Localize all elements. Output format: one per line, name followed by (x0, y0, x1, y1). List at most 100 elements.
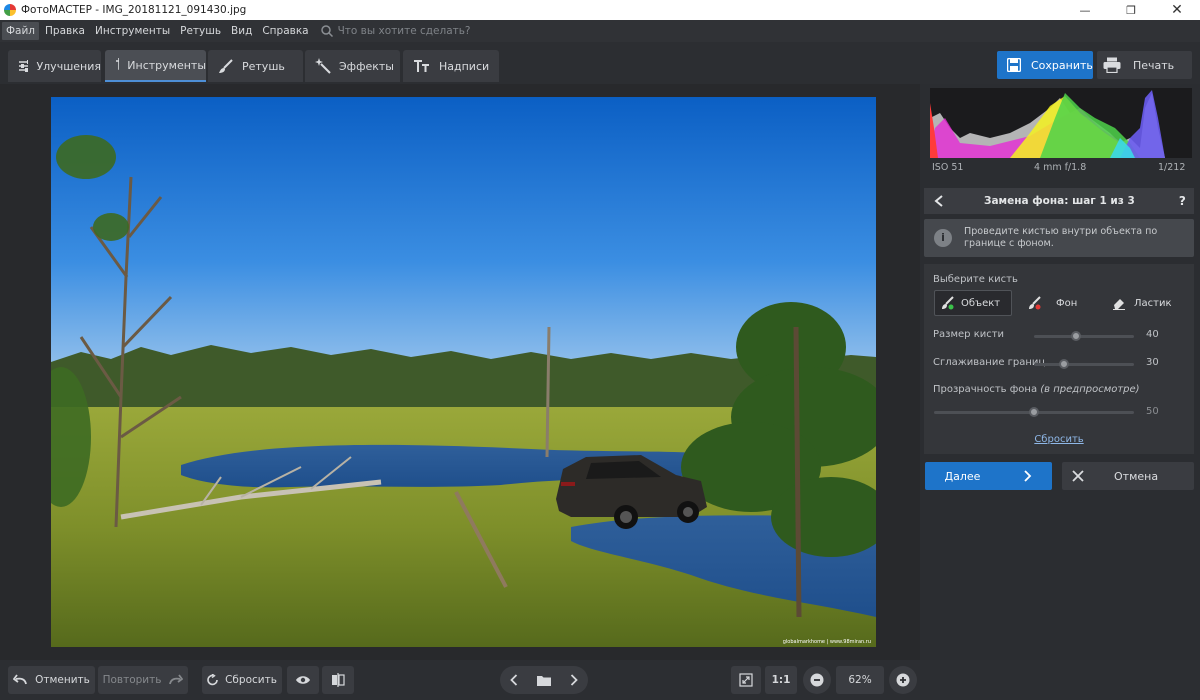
menu-view[interactable]: Вид (227, 22, 256, 40)
edge-smooth-value: 30 (1146, 357, 1159, 368)
menu-tools[interactable]: Инструменты (91, 22, 174, 40)
brush-object-button[interactable]: Объект (934, 290, 1012, 316)
menu-help[interactable]: Справка (258, 22, 312, 40)
redo-icon (169, 674, 184, 685)
landscape-photo: globalmarkhome | www.98miran.ru (51, 97, 876, 647)
fit-screen-button[interactable] (731, 666, 761, 694)
print-button[interactable]: Печать (1097, 51, 1192, 79)
slider-thumb[interactable] (1029, 407, 1039, 417)
bg-opacity-value: 50 (1146, 406, 1159, 417)
exif-iso: ISO 51 (932, 162, 964, 173)
tab-label: Инструменты (127, 58, 206, 72)
tab-tools[interactable]: Инструменты (105, 50, 206, 82)
close-icon (1072, 470, 1084, 482)
cancel-label: Отмена (1114, 469, 1159, 483)
slider-thumb[interactable] (1071, 331, 1081, 341)
zoom-in-icon (896, 673, 910, 687)
fit-screen-icon (739, 673, 753, 687)
title-bar: ФотоМАСТЕР - IMG_20181121_091430.jpg — ❐… (0, 0, 1200, 20)
reset-link[interactable]: Сбросить (924, 434, 1194, 445)
tab-retouch[interactable]: Ретушь (208, 50, 303, 82)
brush-eraser-button[interactable]: Ластик (1110, 290, 1186, 316)
exif-lens: 4 mm f/1.8 (1034, 162, 1087, 173)
reset-label: Сбросить (225, 674, 277, 686)
slider-thumb[interactable] (1059, 359, 1069, 369)
brush-size-slider[interactable] (1034, 331, 1134, 341)
hint-text: Проведите кистью внутри объекта по грани… (964, 226, 1158, 249)
next-button[interactable]: Далее (925, 462, 1052, 490)
tab-effects[interactable]: Эффекты (305, 50, 400, 82)
step-header: Замена фона: шаг 1 из 3 ? (924, 188, 1194, 214)
search-box[interactable]: Что вы хотите сделать? (320, 25, 471, 37)
bg-opacity-label: Прозрачность фона (в предпросмотре) (933, 384, 1140, 395)
menu-retouch[interactable]: Ретушь (176, 22, 225, 40)
hint-box: i Проведите кистью внутри объекта по гра… (924, 219, 1194, 257)
zoom-out-button[interactable] (803, 666, 831, 694)
exif-index: 1/212 (1158, 162, 1186, 173)
next-image-icon[interactable] (570, 674, 578, 686)
tab-label: Эффекты (339, 59, 394, 73)
bottom-bar: Отменить Повторить Сбросить 1:1 62% (0, 660, 1200, 700)
print-label: Печать (1133, 58, 1175, 72)
compare-button[interactable] (322, 666, 354, 694)
close-icon[interactable]: ✕ (1154, 0, 1200, 20)
app-logo-icon (4, 4, 16, 16)
histogram (930, 88, 1192, 158)
menu-file[interactable]: Файл (2, 22, 40, 40)
step-title: Замена фона: шаг 1 из 3 (984, 195, 1135, 207)
crop-icon (116, 58, 120, 70)
preview-toggle-button[interactable] (287, 666, 319, 694)
brush-red-icon (1029, 296, 1041, 310)
undo-icon (13, 674, 27, 685)
window-title: ФотоМАСТЕР - IMG_20181121_091430.jpg (21, 4, 247, 16)
brush-green-icon (942, 296, 954, 310)
undo-label: Отменить (35, 674, 90, 686)
brush-label: Фон (1056, 297, 1078, 309)
floppy-disk-icon (1007, 58, 1021, 72)
bg-opacity-slider[interactable] (934, 407, 1134, 417)
save-label: Сохранить (1031, 58, 1093, 72)
right-panel: ISO 51 4 mm f/1.8 1/212 Замена фона: шаг… (920, 84, 1200, 660)
edge-smooth-label: Сглаживание границ (933, 357, 1046, 368)
tab-label: Улучшения (36, 59, 101, 73)
eye-icon (296, 676, 310, 684)
zoom-in-button[interactable] (889, 666, 917, 694)
undo-button[interactable]: Отменить (8, 666, 95, 694)
prev-image-icon[interactable] (510, 674, 518, 686)
menu-edit[interactable]: Правка (41, 22, 89, 40)
zoom-level[interactable]: 62% (836, 666, 884, 694)
redo-button[interactable]: Повторить (98, 666, 188, 694)
search-icon (320, 25, 333, 37)
navigation-group (500, 666, 588, 694)
canvas-area[interactable]: globalmarkhome | www.98miran.ru (0, 84, 920, 660)
brush-label: Ластик (1134, 297, 1172, 309)
reset-icon (207, 674, 218, 686)
photo-watermark: globalmarkhome | www.98miran.ru (783, 639, 871, 645)
brush-size-label: Размер кисти (933, 329, 1005, 340)
text-icon (414, 60, 429, 72)
photo-preview[interactable]: globalmarkhome | www.98miran.ru (51, 97, 876, 647)
chevron-left-icon[interactable] (934, 195, 944, 207)
eraser-icon (1113, 299, 1125, 310)
tab-label: Надписи (439, 59, 490, 73)
brush-settings: Выберите кисть Объект Фон Ластик Размер … (924, 264, 1194, 454)
tab-enhance[interactable]: Улучшения (8, 50, 101, 82)
save-button[interactable]: Сохранить (997, 51, 1093, 79)
maximize-icon[interactable]: ❐ (1108, 0, 1154, 20)
minimize-icon[interactable]: — (1062, 0, 1108, 20)
actual-size-button[interactable]: 1:1 (765, 666, 797, 694)
reset-button[interactable]: Сбросить (202, 666, 282, 694)
folder-icon[interactable] (536, 674, 552, 687)
brush-background-button[interactable]: Фон (1024, 290, 1084, 316)
edge-smooth-slider[interactable] (1034, 359, 1134, 369)
brush-label: Объект (961, 297, 1001, 309)
magic-wand-icon (315, 58, 331, 74)
chevron-right-icon (1024, 470, 1032, 482)
brush-icon (219, 59, 233, 73)
tab-text[interactable]: Надписи (403, 50, 499, 82)
help-icon[interactable]: ? (1179, 194, 1186, 208)
sliders-icon (19, 60, 29, 72)
cancel-button[interactable]: Отмена (1062, 462, 1194, 490)
info-icon: i (934, 229, 952, 247)
search-placeholder: Что вы хотите сделать? (337, 25, 471, 37)
